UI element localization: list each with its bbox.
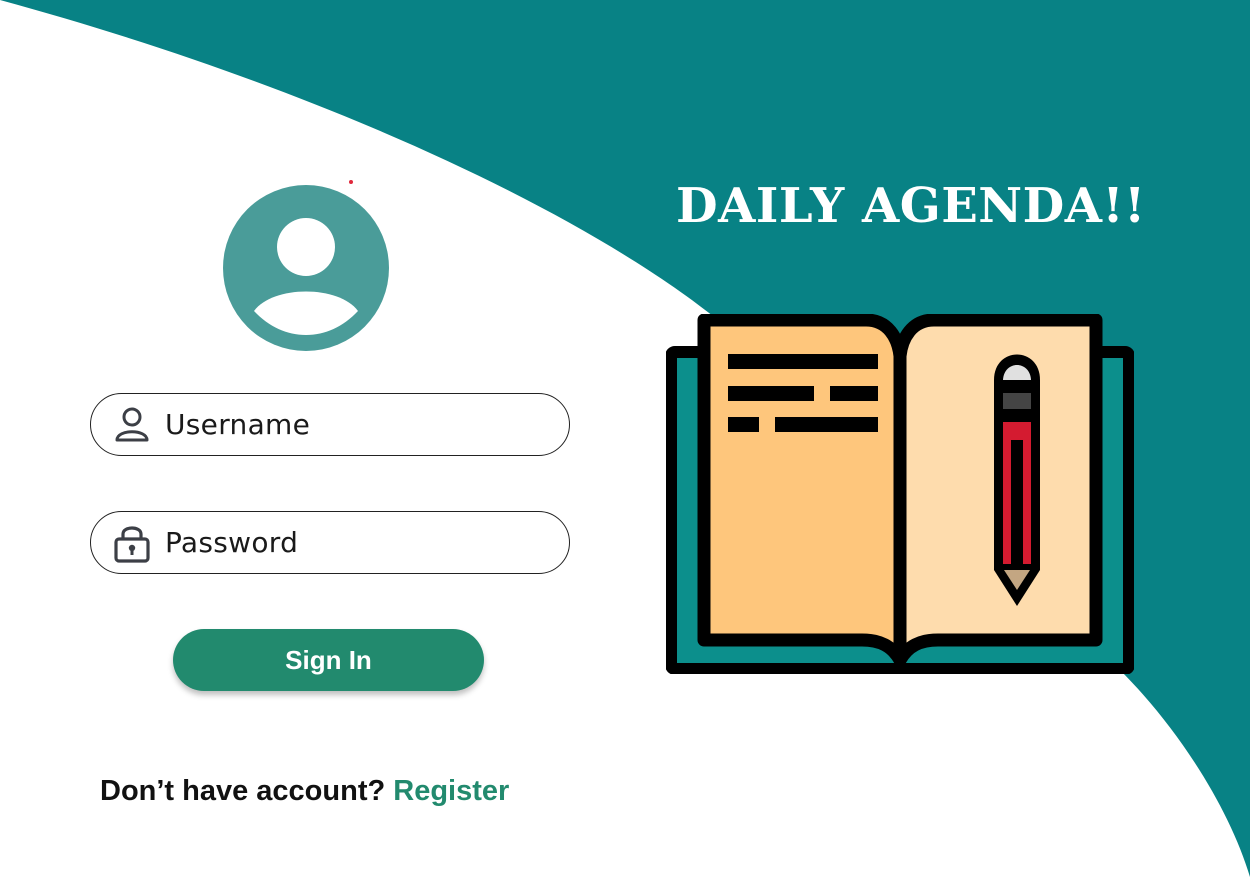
open-book-pencil-icon (666, 314, 1134, 674)
lock-icon (112, 523, 152, 563)
password-field[interactable]: Password (90, 511, 570, 574)
username-placeholder: Username (165, 408, 311, 441)
user-avatar-icon (223, 185, 389, 351)
notification-dot (349, 180, 353, 184)
password-placeholder: Password (165, 526, 299, 559)
app-title: DAILY AGENDA!! (676, 178, 1146, 234)
no-account-text: Don’t have account? (100, 775, 386, 807)
username-field[interactable]: Username (90, 393, 570, 456)
register-link[interactable]: Register (393, 775, 509, 807)
login-page: Username Password Sign In Don’t have acc… (0, 0, 1250, 877)
sign-in-button[interactable]: Sign In (173, 629, 484, 691)
register-prompt: Don’t have account? Register (100, 775, 509, 808)
user-icon (112, 405, 152, 445)
